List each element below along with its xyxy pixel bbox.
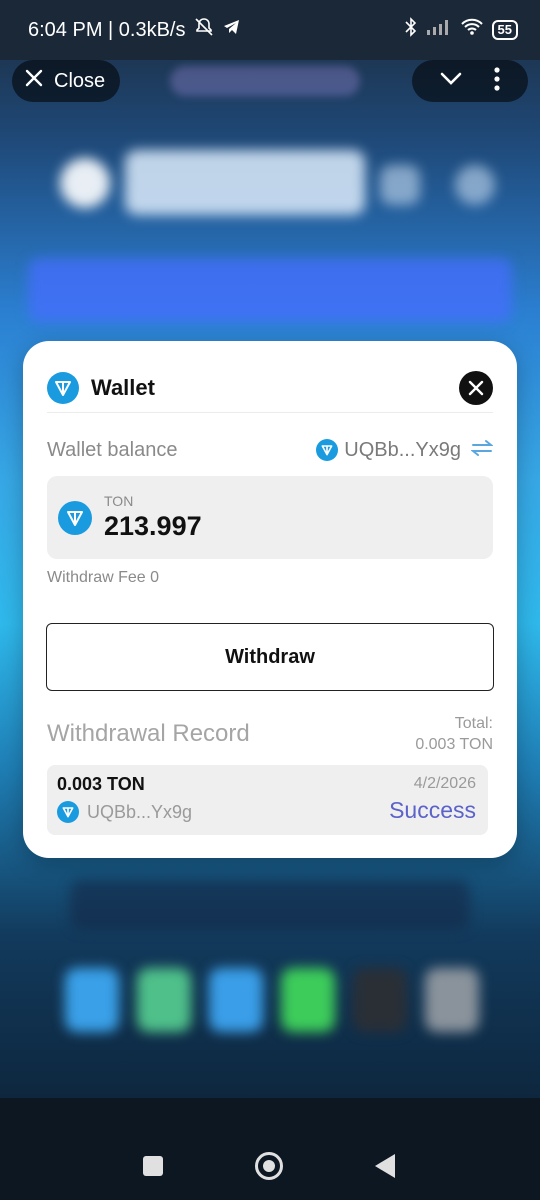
wallet-address: UQBb...Yx9g	[344, 438, 461, 461]
more-icon[interactable]	[494, 66, 500, 96]
blurred-share-1	[65, 968, 119, 1032]
modal-header: Wallet	[47, 363, 493, 413]
blurred-share-2	[137, 968, 191, 1032]
back-button[interactable]	[375, 1154, 395, 1178]
home-button[interactable]	[255, 1152, 283, 1180]
ton-icon	[58, 500, 92, 535]
wallet-modal: Wallet Wallet balance UQBb...Yx9g TON 21…	[23, 341, 517, 858]
blurred-share-5	[353, 968, 407, 1032]
record-address-group: UQBb...Yx9g	[57, 801, 192, 823]
balance-row: Wallet balance UQBb...Yx9g	[47, 435, 494, 465]
blurred-text	[70, 880, 470, 930]
chevron-down-icon[interactable]	[440, 72, 462, 91]
total-value: 0.003 TON	[415, 736, 493, 753]
blurred-share-3	[209, 968, 263, 1032]
list-item: 0.003 TON 4/2/2026 UQBb...Yx9g Success	[47, 765, 488, 835]
telegram-icon	[222, 17, 242, 43]
bluetooth-icon	[404, 17, 418, 43]
blurred-share-4	[281, 968, 335, 1032]
blurred-profile-bar	[125, 150, 365, 215]
header-menu	[412, 60, 528, 102]
records-title: Withdrawal Record	[47, 720, 250, 747]
recents-button[interactable]	[143, 1156, 163, 1176]
close-label: Close	[54, 69, 106, 92]
records-header: Withdrawal Record Total: 0.003 TON	[47, 711, 493, 757]
signal-icon	[426, 18, 452, 42]
swap-icon[interactable]	[470, 437, 494, 463]
blurred-app-title	[170, 66, 360, 96]
battery-indicator: 55	[491, 20, 518, 40]
blurred-share-6	[425, 968, 479, 1032]
withdraw-button[interactable]: Withdraw	[46, 623, 494, 691]
record-date: 4/2/2026	[413, 775, 476, 792]
close-icon	[24, 68, 44, 94]
balance-box: TON 213.997	[47, 476, 493, 559]
modal-title: Wallet	[91, 374, 155, 400]
withdraw-fee-label: Withdraw Fee 0	[47, 569, 160, 586]
system-nav-bar	[0, 1098, 540, 1200]
wifi-icon	[460, 18, 484, 42]
blurred-icon-2	[455, 165, 495, 205]
status-time: 6:04 PM | 0.3kB/s	[28, 18, 186, 41]
total-label: Total:	[454, 715, 493, 732]
status-badge: Success	[389, 797, 476, 823]
blurred-banner	[28, 258, 512, 322]
wallet-address-selector[interactable]: UQBb...Yx9g	[316, 437, 494, 463]
status-bar: 6:04 PM | 0.3kB/s 55	[0, 0, 540, 60]
balance-label: Wallet balance	[47, 438, 178, 461]
ton-icon	[57, 801, 79, 823]
balance-amount: 213.997	[104, 511, 202, 541]
blurred-icon-1	[380, 165, 420, 205]
record-address: UQBb...Yx9g	[87, 801, 193, 822]
close-icon[interactable]	[459, 370, 493, 405]
ton-icon	[316, 439, 339, 461]
currency-label: TON	[104, 493, 134, 509]
record-amount: 0.003 TON	[57, 774, 145, 794]
close-app-button[interactable]: Close	[12, 60, 120, 102]
records-total: Total: 0.003 TON	[415, 713, 493, 755]
ton-icon	[47, 371, 79, 404]
app-header: Close	[0, 60, 540, 108]
blurred-avatar	[60, 158, 110, 208]
bell-off-icon	[194, 17, 214, 43]
